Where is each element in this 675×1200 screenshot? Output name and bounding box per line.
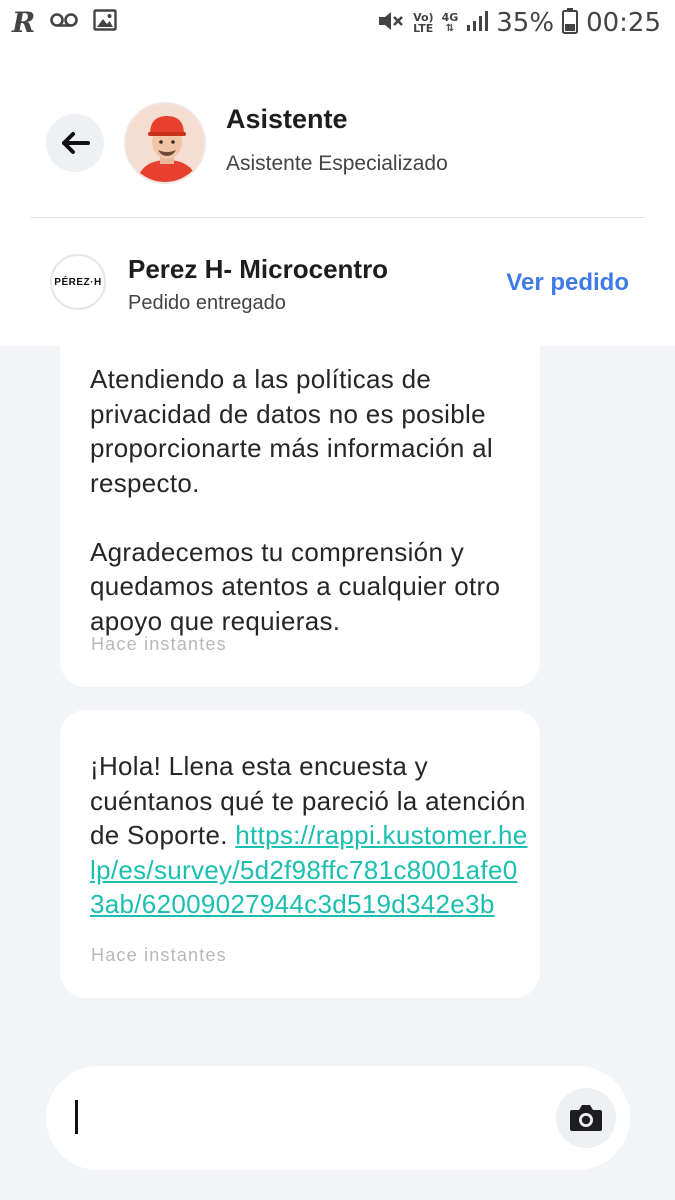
camera-icon: [570, 1105, 602, 1131]
order-status: Pedido entregado: [128, 292, 286, 314]
message-bubble: ¡Hola! Llena esta encuesta y cuéntanos q…: [60, 710, 540, 998]
message-timestamp: Hace instantes: [91, 945, 227, 965]
store-logo: PÉREZ·H: [50, 254, 106, 310]
assistant-subtitle: Asistente Especializado: [226, 152, 448, 175]
chat-header: Asistente Asistente Especializado PÉREZ·…: [0, 46, 675, 346]
message-text: ¡Hola! Llena esta encuesta y cuéntanos q…: [90, 749, 530, 922]
clock-time: 00:25: [586, 8, 661, 38]
message-timestamp: Hace instantes: [91, 634, 227, 654]
arrow-left-icon: [62, 132, 90, 154]
network-type-label: 4G: [441, 11, 459, 24]
voicemail-icon: [49, 10, 79, 35]
battery-percent: 35%: [496, 8, 555, 38]
status-bar: R Vo) LTE 4G ⇅ 35% 00:25: [0, 0, 675, 46]
mute-icon: [377, 9, 405, 38]
store-name: Perez H- Microcentro: [128, 254, 389, 284]
header-divider: [30, 217, 645, 218]
image-icon: [93, 8, 117, 37]
message-input[interactable]: [46, 1066, 630, 1170]
rappi-r-icon: R: [12, 6, 36, 39]
assistant-avatar-illustration: [126, 104, 204, 182]
status-right-icons: Vo) LTE 4G ⇅ 35% 00:25: [377, 6, 661, 40]
signal-icon: [466, 10, 489, 37]
data-arrows-icon: ⇅: [445, 23, 455, 34]
message-text: Atendiendo a las políticas de privacidad…: [90, 364, 501, 636]
message-bubble: Atendiendo a las políticas de privacidad…: [60, 330, 540, 687]
assistant-avatar: [124, 102, 206, 184]
view-order-link[interactable]: Ver pedido: [506, 269, 629, 297]
back-button[interactable]: [46, 114, 104, 172]
camera-button[interactable]: [556, 1088, 616, 1148]
volte-bottom-label: LTE: [413, 22, 434, 35]
status-left-icons: R: [12, 6, 117, 39]
assistant-name: Asistente: [226, 104, 348, 134]
4g-icon: 4G ⇅: [442, 12, 459, 34]
volte-icon: Vo) LTE: [413, 12, 434, 34]
text-caret: [75, 1100, 78, 1134]
battery-icon: [562, 7, 579, 39]
